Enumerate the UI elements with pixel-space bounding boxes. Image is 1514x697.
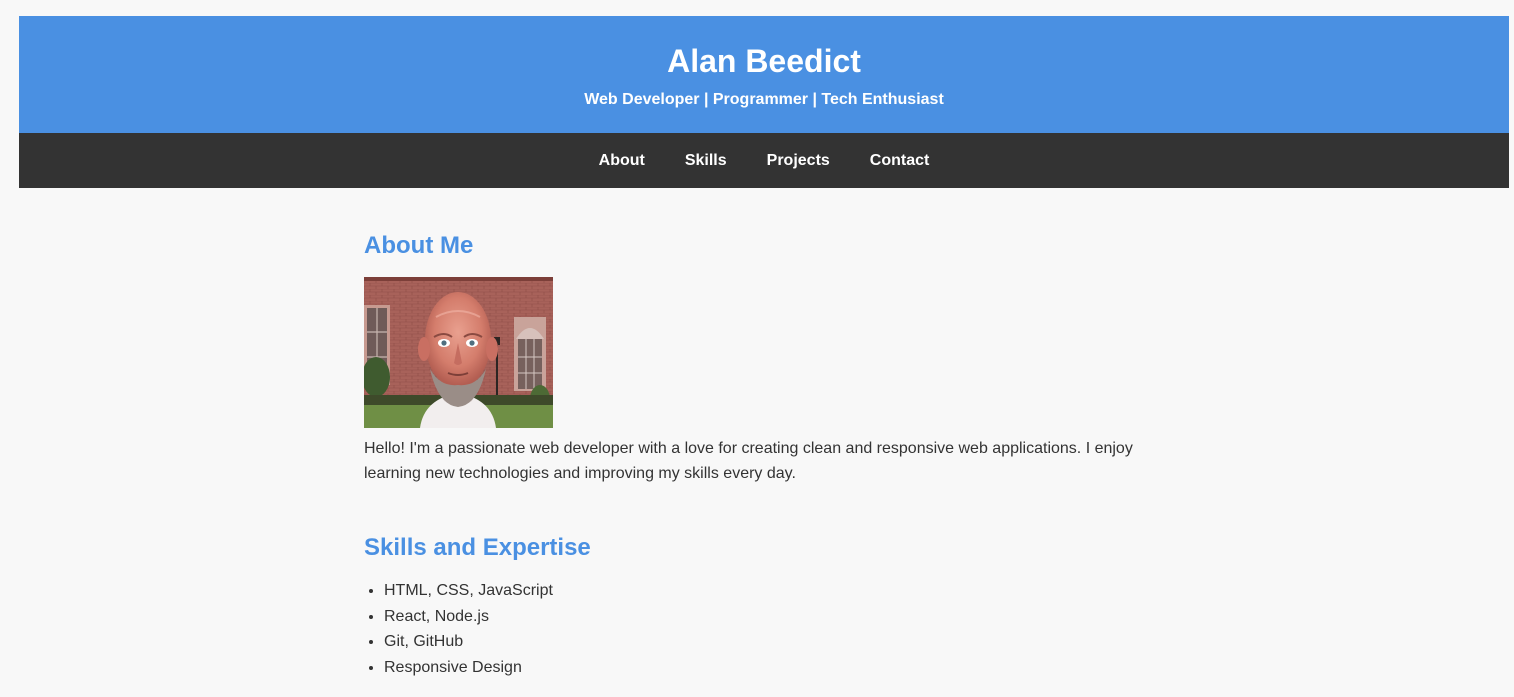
nav-link-about[interactable]: About — [599, 151, 645, 171]
nav-link-skills[interactable]: Skills — [685, 151, 727, 171]
about-section: About Me Hello! I'm a passionate web dev… — [364, 230, 1154, 486]
site-title: Alan Beedict — [667, 43, 861, 79]
skill-item: Git, GitHub — [384, 629, 1154, 655]
profile-photo — [364, 277, 553, 428]
nav-link-projects[interactable]: Projects — [767, 151, 830, 171]
skills-heading: Skills and Expertise — [364, 534, 591, 561]
site-tagline: Web Developer | Programmer | Tech Enthus… — [584, 91, 944, 108]
main-content: About Me Hello! I'm a passionate web dev… — [364, 230, 1154, 680]
skills-section: Skills and Expertise HTML, CSS, JavaScri… — [364, 532, 1154, 680]
main-nav: About Skills Projects Contact — [19, 133, 1509, 188]
about-heading: About Me — [364, 232, 474, 259]
skill-item: HTML, CSS, JavaScript — [384, 578, 1154, 604]
skill-item: Responsive Design — [384, 655, 1154, 681]
skill-item: React, Node.js — [384, 604, 1154, 630]
about-text: Hello! I'm a passionate web developer wi… — [364, 440, 1133, 482]
page: Alan Beedict Web Developer | Programmer … — [0, 0, 1514, 697]
site-header: Alan Beedict Web Developer | Programmer … — [19, 16, 1509, 133]
nav-link-contact[interactable]: Contact — [870, 151, 930, 171]
skills-list: HTML, CSS, JavaScript React, Node.js Git… — [364, 578, 1154, 680]
